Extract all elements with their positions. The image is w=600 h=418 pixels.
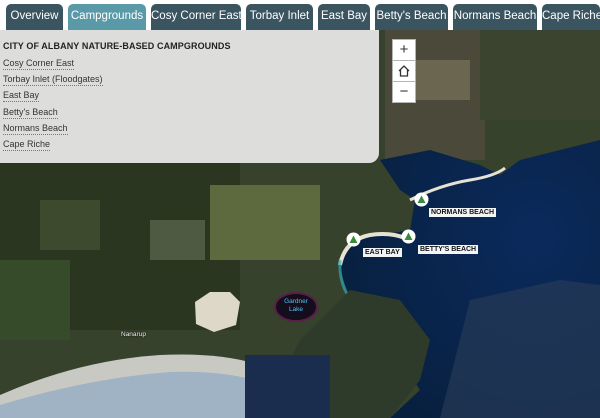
link-normans-beach[interactable]: Normans Beach: [3, 123, 68, 135]
link-cosy-corner-east[interactable]: Cosy Corner East: [3, 58, 75, 70]
tab-campgrounds[interactable]: Campgrounds: [68, 4, 146, 30]
link-cape-riche[interactable]: Cape Riche: [3, 139, 51, 151]
panel-title: CITY OF ALBANY NATURE-BASED CAMPGROUNDS: [3, 41, 231, 51]
link-bettys-beach[interactable]: Betty's Beach: [3, 107, 58, 119]
zoom-out-button[interactable]: −: [392, 81, 416, 103]
link-east-bay[interactable]: East Bay: [3, 90, 40, 102]
campsite-marker-east-bay[interactable]: [346, 232, 361, 247]
tab-bar: Overview Campgrounds Cosy Corner East To…: [0, 0, 600, 30]
tab-bettys-beach[interactable]: Betty's Beach: [375, 4, 448, 30]
campgrounds-panel: CITY OF ALBANY NATURE-BASED CAMPGROUNDS …: [0, 30, 379, 163]
tab-cosy-corner-east[interactable]: Cosy Corner East: [151, 4, 242, 30]
campsite-marker-normans-beach[interactable]: [414, 192, 429, 207]
tab-torbay-inlet[interactable]: Torbay Inlet: [246, 4, 313, 30]
label-gardner-lake: Gardner Lake: [284, 298, 308, 313]
link-torbay-inlet[interactable]: Torbay Inlet (Floodgates): [3, 74, 103, 86]
zoom-in-button[interactable]: +: [392, 39, 416, 61]
home-button[interactable]: [392, 60, 416, 82]
home-icon: [398, 65, 410, 77]
label-east-bay: EAST BAY: [363, 248, 402, 257]
label-nanarup: Nanarup: [121, 331, 146, 338]
tab-normans-beach[interactable]: Normans Beach: [453, 4, 537, 30]
tab-cape-riche[interactable]: Cape Riche: [542, 4, 600, 30]
label-normans-beach: NORMANS BEACH: [429, 208, 496, 217]
tab-overview[interactable]: Overview: [6, 4, 63, 30]
label-bettys-beach: BETTY'S BEACH: [418, 245, 479, 254]
tab-east-bay[interactable]: East Bay: [318, 4, 370, 30]
campsite-marker-bettys-beach[interactable]: [401, 229, 416, 244]
